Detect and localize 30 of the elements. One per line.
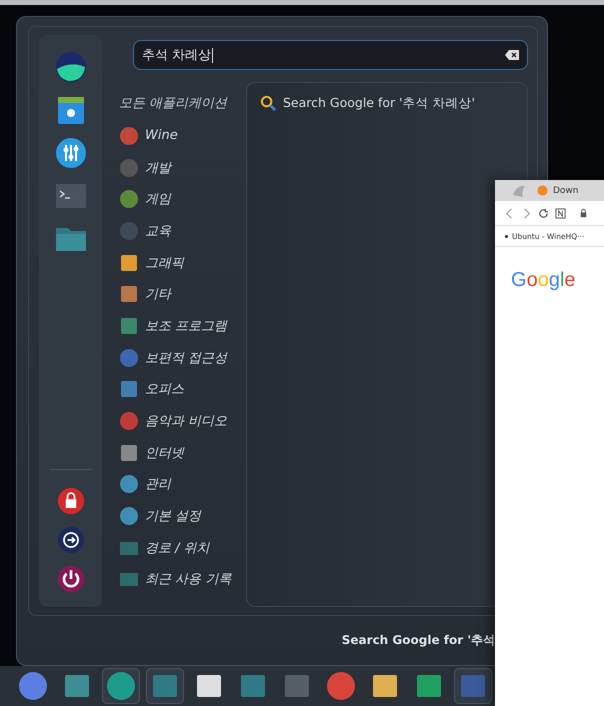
reload-icon[interactable] [538, 208, 549, 218]
status-text: Search Google for '추석 [342, 632, 495, 649]
search-field[interactable]: 추석 차례상 [133, 40, 528, 70]
category-item[interactable]: 게임 [119, 183, 246, 216]
category-item[interactable]: Wine [119, 120, 246, 152]
category-item[interactable]: 인터넷 [119, 436, 246, 469]
mixer-icon[interactable] [54, 137, 86, 169]
category-item[interactable]: 기본 설정 [119, 500, 246, 532]
clear-icon[interactable] [505, 50, 519, 60]
category-heading: 모든 애플리케이션 [119, 95, 228, 112]
category-item[interactable]: 기타 [119, 278, 246, 310]
power-icon[interactable] [56, 565, 84, 593]
category-item[interactable]: 음악과 비디오 [119, 405, 246, 437]
bookmark-icon [505, 234, 508, 238]
lock-icon[interactable] [56, 487, 84, 515]
category-item[interactable]: 보조 프로그램 [119, 310, 246, 342]
category-item[interactable]: 경로 / 위치 [119, 532, 246, 564]
category-item[interactable]: 오피스 [119, 374, 246, 406]
category-item[interactable]: 최근 사용 기록 [119, 564, 246, 596]
category-item[interactable]: 그래픽 [119, 246, 246, 278]
n-logo-icon[interactable] [555, 208, 566, 218]
lock-icon [578, 208, 589, 218]
search-icon [260, 95, 277, 112]
category-item[interactable]: 개발 [119, 152, 246, 184]
google-logo: Google [511, 269, 576, 292]
search-result[interactable]: Search Google for '추석 차례상' [260, 95, 514, 112]
logout-icon[interactable] [56, 526, 84, 554]
category-item[interactable]: 보편적 접근성 [119, 342, 246, 374]
category-item[interactable]: 관리 [119, 468, 246, 500]
category-item[interactable]: 교육 [119, 215, 246, 247]
